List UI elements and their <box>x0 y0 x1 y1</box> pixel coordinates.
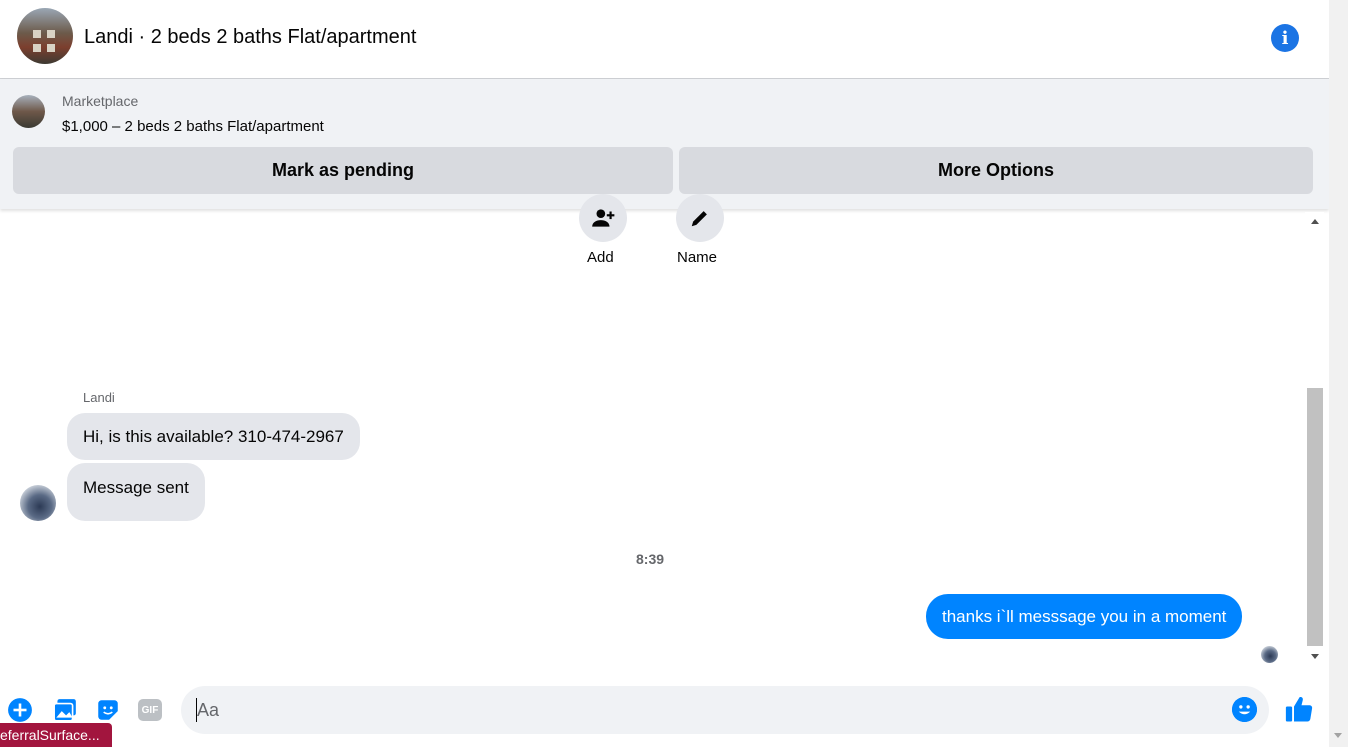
chat-scrollbar-thumb[interactable] <box>1307 388 1323 646</box>
emoji-icon[interactable] <box>1232 697 1257 722</box>
seen-receipt-avatar <box>1261 646 1278 663</box>
mark-as-pending-button[interactable]: Mark as pending <box>13 147 673 194</box>
status-tooltip: eferralSurface... <box>0 723 112 747</box>
add-person-icon <box>592 209 615 227</box>
message-timestamp: 8:39 <box>636 551 665 567</box>
sender-avatar[interactable] <box>20 485 56 521</box>
conversation-title[interactable]: Landi · 2 beds 2 baths Flat/apartment <box>84 26 416 49</box>
incoming-message[interactable]: Message sent <box>67 463 205 521</box>
photo-icon[interactable] <box>52 697 78 723</box>
listing-avatar[interactable] <box>17 8 73 64</box>
thumbs-up-icon[interactable] <box>1284 694 1314 724</box>
pencil-icon <box>691 211 707 227</box>
more-options-button[interactable]: More Options <box>679 147 1313 194</box>
conversation-header: Landi · 2 beds 2 baths Flat/apartment i <box>0 0 1329 79</box>
sender-name: Landi <box>83 390 115 405</box>
name-label: Name <box>677 249 718 266</box>
outgoing-message[interactable]: thanks i`ll messsage you in a moment <box>926 594 1243 639</box>
add-label: Add <box>587 249 614 266</box>
info-icon[interactable]: i <box>1271 24 1299 52</box>
text-cursor <box>196 698 197 722</box>
scroll-up-arrow-icon[interactable] <box>1311 219 1319 224</box>
sticker-icon[interactable] <box>95 697 121 723</box>
scroll-down-arrow-icon[interactable] <box>1311 654 1319 659</box>
marketplace-banner: Marketplace $1,000 – 2 beds 2 baths Flat… <box>0 79 1329 209</box>
listing-summary[interactable]: $1,000 – 2 beds 2 baths Flat/apartment <box>62 118 324 135</box>
incoming-message[interactable]: Hi, is this available? 310-474-2967 <box>67 413 360 460</box>
add-person-button[interactable] <box>579 194 627 242</box>
name-button[interactable] <box>676 194 724 242</box>
gif-icon[interactable]: GIF <box>137 697 163 723</box>
message-input[interactable] <box>181 686 1269 734</box>
page-scroll-down-arrow-icon[interactable] <box>1334 733 1342 738</box>
plus-icon[interactable] <box>7 697 33 723</box>
listing-thumbnail[interactable] <box>12 95 45 128</box>
page-scrollbar[interactable] <box>1329 0 1348 747</box>
gif-label: GIF <box>138 699 162 721</box>
marketplace-label: Marketplace <box>62 93 139 109</box>
